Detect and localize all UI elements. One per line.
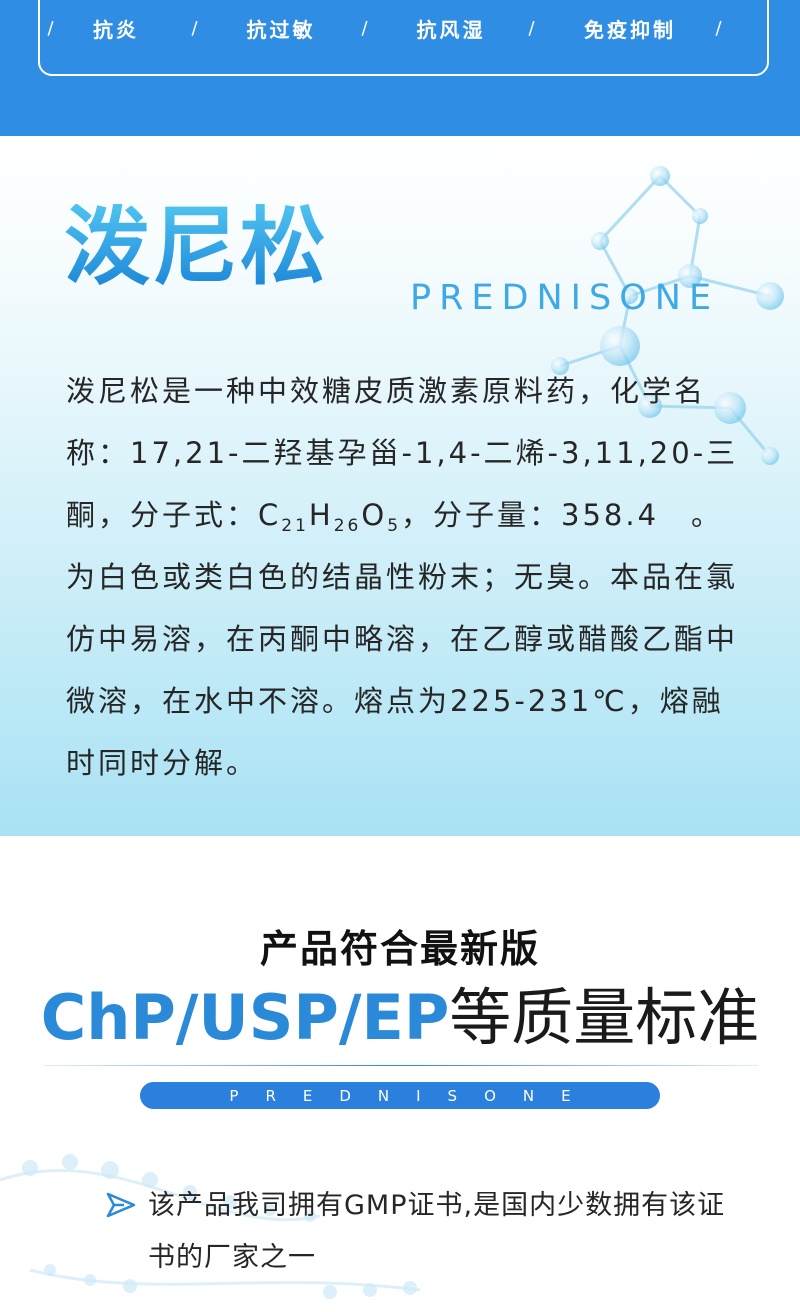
product-intro: 泼尼松 PREDNISONE 泼尼松是一种中效糖皮质激素原料药，化学名称：17,… xyxy=(0,136,800,836)
standards-heading: 产品符合最新版 xyxy=(259,927,540,971)
top-banner: / 抗炎 / 抗过敏 / 抗风湿 / 免疫抑制 / xyxy=(0,0,800,136)
tag-separator: / xyxy=(361,17,371,39)
tag-separator: / xyxy=(528,17,538,39)
formula-h-count: 26 xyxy=(333,516,362,536)
formula-h: H xyxy=(308,498,334,532)
tag-immunosuppression: 免疫抑制 xyxy=(584,17,676,42)
tag-separator: / xyxy=(715,17,725,39)
send-arrow-icon xyxy=(106,1192,136,1218)
formula-c-count: 21 xyxy=(281,516,309,536)
indication-tags: / 抗炎 / 抗过敏 / 抗风湿 / 免疫抑制 / xyxy=(38,10,769,46)
standards-suffix: 等质量标准 xyxy=(449,981,760,1054)
divider xyxy=(44,1065,758,1066)
english-name-pill: PREDNISONE xyxy=(140,1082,660,1109)
formula-o-count: 5 xyxy=(387,516,402,536)
tag-separator: / xyxy=(191,17,201,39)
tag-anti-allergy: 抗过敏 xyxy=(246,17,316,42)
product-english-name: PREDNISONE xyxy=(410,278,720,318)
tag-anti-inflammatory: 抗炎 xyxy=(93,17,139,42)
gmp-certificate-note: 该产品我司拥有GMP证书,是国内少数拥有该证书的厂家之一 xyxy=(148,1190,726,1273)
formula-o: O xyxy=(361,498,388,532)
description-part-2: ，分子量：358.4 。为白色或类白色的结晶性粉末；无臭。本品在氯仿中易溶，在丙… xyxy=(66,498,739,780)
product-description: 泼尼松是一种中效糖皮质激素原料药，化学名称：17,21-二羟基孕甾-1,4-二烯… xyxy=(66,360,746,794)
tag-separator: / xyxy=(47,17,57,39)
standards-title: ChP/USP/EP等质量标准 xyxy=(0,983,800,1053)
formula-c: C xyxy=(258,498,282,532)
pharmacopoeia-list: ChP/USP/EP xyxy=(40,981,450,1054)
product-name: 泼尼松 xyxy=(64,197,328,297)
tag-anti-rheumatic: 抗风湿 xyxy=(416,17,486,42)
